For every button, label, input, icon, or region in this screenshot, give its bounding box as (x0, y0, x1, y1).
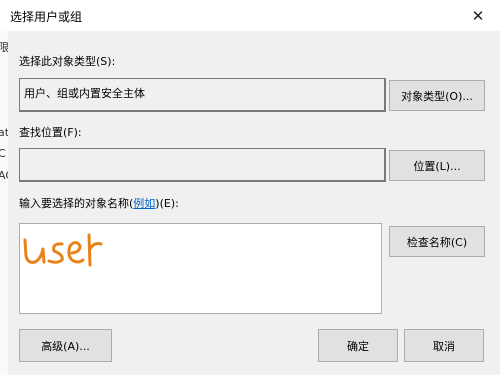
background-window-edge: 限 at C AC (0, 31, 8, 375)
advanced-button[interactable]: 高级(A)... (19, 329, 112, 362)
close-button[interactable]: ✕ (456, 0, 500, 31)
handwritten-user-text (23, 233, 103, 267)
close-icon: ✕ (471, 6, 485, 25)
ok-button[interactable]: 确定 (318, 329, 398, 362)
examples-link[interactable]: 例如 (133, 197, 155, 210)
background-text: AC (0, 169, 8, 182)
object-type-label: 选择此对象类型(S): (19, 55, 116, 68)
dialog-titlebar: 选择用户或组 ✕ (0, 0, 500, 31)
object-type-field: 用户、组或内置安全主体 (19, 78, 386, 112)
background-text: C (0, 147, 6, 160)
background-text: 限 (0, 41, 8, 54)
object-type-value: 用户、组或内置安全主体 (24, 87, 145, 100)
background-text: at (0, 126, 8, 139)
object-types-button[interactable]: 对象类型(O)... (389, 80, 485, 111)
dialog-title: 选择用户或组 (10, 10, 83, 24)
check-names-button[interactable]: 检查名称(C) (389, 226, 485, 257)
cancel-button[interactable]: 取消 (404, 329, 484, 362)
object-names-label: 输入要选择的对象名称(例如)(E): (19, 197, 179, 210)
location-label: 查找位置(F): (19, 126, 82, 139)
locations-button[interactable]: 位置(L)... (389, 150, 485, 181)
location-field (19, 148, 386, 182)
